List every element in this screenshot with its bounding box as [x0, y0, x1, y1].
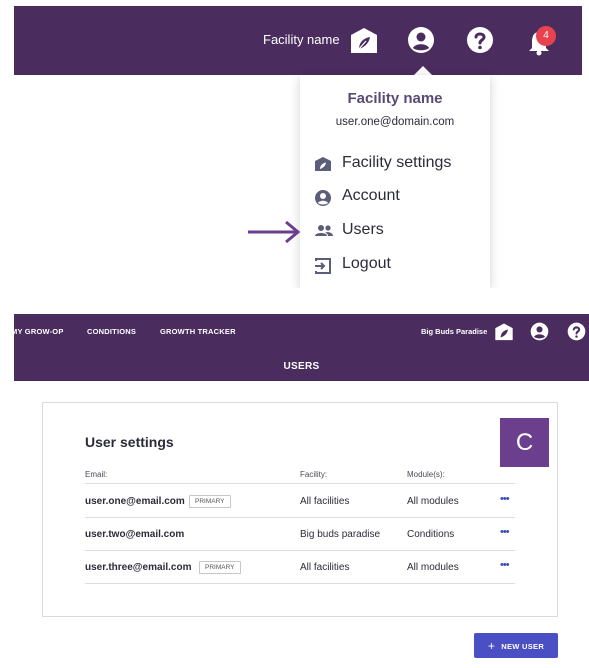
new-user-button[interactable]: + NEW USER: [474, 633, 558, 658]
menu-item-label: Logout: [342, 255, 391, 272]
user-facility: All facilities: [300, 562, 350, 573]
top-bar: Facility name 4: [14, 6, 582, 75]
user-email: user.one@email.com: [85, 496, 185, 507]
more-options-icon[interactable]: •••: [500, 493, 510, 505]
menu-item-label: Facility settings: [342, 154, 452, 171]
account-icon: [315, 190, 331, 206]
column-header-email: Email:: [85, 470, 108, 479]
dropdown-caret: [414, 66, 432, 75]
primary-tag: PRIMARY: [199, 561, 241, 574]
account-icon[interactable]: [530, 322, 549, 341]
menu-item-users[interactable]: Users: [314, 220, 484, 242]
nav-my-grow-op[interactable]: MY GROW-OP: [14, 327, 64, 336]
help-icon[interactable]: [567, 322, 586, 341]
menu-item-account[interactable]: Account: [314, 186, 484, 208]
menu-item-facility-settings[interactable]: Facility settings: [314, 153, 484, 175]
notification-badge: 4: [536, 26, 556, 46]
more-options-icon[interactable]: •••: [500, 526, 510, 538]
card-title: User settings: [85, 434, 174, 450]
user-settings-card: C User settings Email: Facility: Module(…: [42, 402, 558, 617]
table-divider: [85, 483, 515, 484]
dropdown-user-email: user.one@domain.com: [335, 116, 455, 128]
dropdown-facility-name: Facility name: [347, 90, 443, 107]
page-title: USERS: [283, 361, 320, 372]
account-dropdown: Facility name user.one@domain.com Facili…: [300, 75, 490, 288]
facility-icon: [315, 157, 331, 171]
users-page-screenshot: MY GROW-OP CONDITIONS GROWTH TRACKER Big…: [14, 314, 589, 668]
help-icon[interactable]: [466, 26, 494, 54]
arrow-icon: [248, 220, 301, 244]
table-row: user.two@email.com Big buds paradise Con…: [85, 518, 515, 551]
table-row: user.one@email.com PRIMARY All facilitie…: [85, 485, 515, 518]
facility-name-label: Facility name: [263, 32, 340, 47]
user-modules: All modules: [407, 496, 459, 507]
account-icon[interactable]: [407, 26, 435, 54]
avatar[interactable]: C: [500, 418, 549, 467]
user-modules: Conditions: [407, 529, 455, 540]
column-header-modules: Module(s):: [407, 470, 445, 479]
primary-tag: PRIMARY: [189, 495, 231, 508]
plus-icon: +: [487, 638, 496, 653]
user-email: user.two@email.com: [85, 529, 185, 540]
user-facility: Big buds paradise: [300, 529, 381, 540]
users-icon: [315, 225, 333, 236]
new-user-label: NEW USER: [501, 641, 545, 651]
menu-item-label: Users: [342, 221, 384, 238]
menu-item-label: Account: [342, 187, 400, 204]
facility-icon[interactable]: [349, 26, 379, 54]
user-email: user.three@email.com: [85, 562, 192, 573]
facility-icon[interactable]: [494, 322, 514, 341]
column-header-facility: Facility:: [300, 470, 328, 479]
nav-growth-tracker[interactable]: GROWTH TRACKER: [160, 327, 236, 336]
table-row: user.three@email.com PRIMARY All facilit…: [85, 551, 515, 584]
top-bar: MY GROW-OP CONDITIONS GROWTH TRACKER Big…: [14, 314, 589, 381]
user-modules: All modules: [407, 562, 459, 573]
facility-name-label: Big Buds Paradise: [421, 327, 488, 336]
menu-screenshot: Facility name 4 Facility name user.one@d…: [14, 6, 582, 288]
user-facility: All facilities: [300, 496, 350, 507]
nav-conditions[interactable]: CONDITIONS: [87, 327, 136, 336]
more-options-icon[interactable]: •••: [500, 559, 510, 571]
menu-item-logout[interactable]: Logout: [314, 254, 484, 276]
logout-icon: [315, 258, 331, 274]
